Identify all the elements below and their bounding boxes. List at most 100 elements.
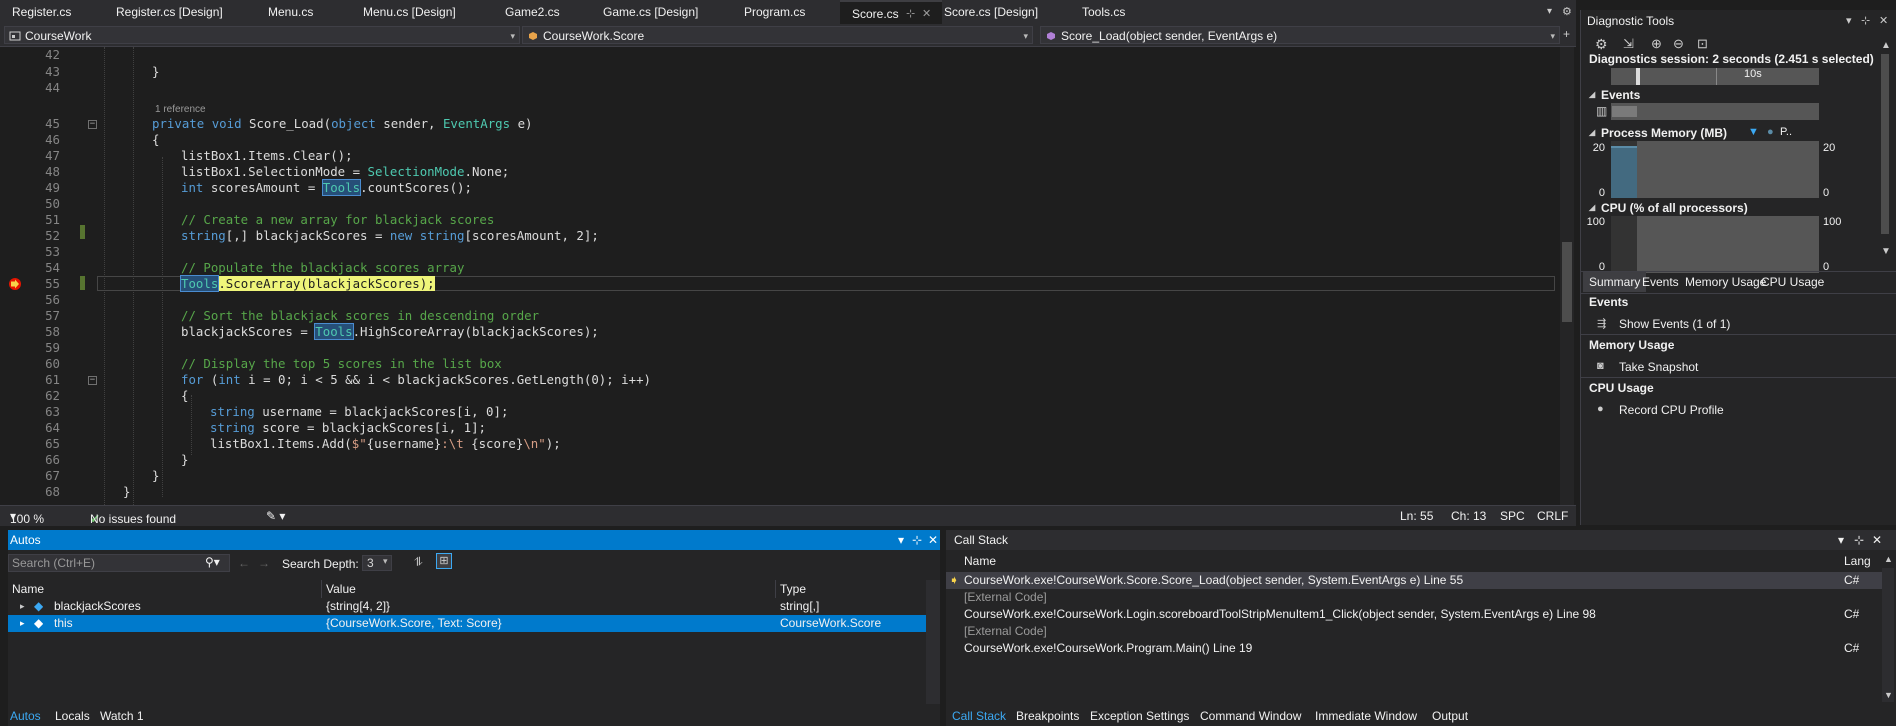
tab-game2-cs[interactable]: Game2.cs [493,0,572,24]
tab-label: Program.cs [744,5,806,19]
tab-cpu-usage[interactable]: CPU Usage [1755,272,1830,292]
show-events-link[interactable]: Show Events (1 of 1) [1619,317,1730,331]
project-dropdown[interactable]: CourseWork ▾ [4,26,520,44]
memory-track-label[interactable]: Process Memory (MB) [1589,126,1727,140]
dropdown-icon[interactable]: ▾ [1838,530,1844,550]
tab-breakpoints[interactable]: Breakpoints [1016,709,1079,723]
class-dropdown[interactable]: CourseWork.Score ▾ [522,26,1033,44]
tab-events[interactable]: Events [1636,272,1685,292]
export-icon[interactable]: ⇲ [1623,36,1634,52]
table-row-selected[interactable]: ▸ ◆ this {CourseWork.Score, Text: Score}… [8,615,926,632]
tab-overflow-dropdown-icon[interactable]: ▾ [1547,6,1552,17]
search-forward-icon[interactable]: → [258,556,270,570]
expand-icon[interactable]: ▸ [20,615,25,632]
column-header-value[interactable]: Value [322,580,776,598]
tab-exception-settings[interactable]: Exception Settings [1090,709,1189,723]
call-stack-row-current[interactable]: ➧ CourseWork.exe!CourseWork.Score.Score_… [946,572,1882,589]
line-ending-indicator[interactable]: CRLF [1537,509,1568,523]
code-editor[interactable]: 42 43 44 45 46 47 48 49 50 51 52 53 54 5… [0,47,1576,505]
tab-score-design[interactable]: Score.cs [Design] [932,0,1050,24]
zoom-dropdown[interactable]: 100 % ▾ [10,509,44,526]
search-icon[interactable]: ⚲▾ [205,555,220,569]
variable-name: blackjackScores [54,599,141,613]
tab-immediate-window[interactable]: Immediate Window [1315,709,1417,723]
tab-autos[interactable]: Autos [10,709,41,723]
codelens-reference[interactable]: 1 reference [155,104,206,115]
tab-program-cs[interactable]: Program.cs [732,0,817,24]
settings-gear-icon[interactable]: ⚙ [1562,5,1572,18]
tab-call-stack[interactable]: Call Stack [952,709,1006,723]
diagnostic-scrollbar-thumb[interactable] [1881,54,1889,234]
member-dropdown[interactable]: Score_Load(object sender, EventArgs e) ▾ [1040,26,1560,44]
line-number: 54 [45,260,60,275]
pin-icon[interactable]: ⊹ [1854,530,1864,550]
hex-display-toggle-icon[interactable]: ⊞ [436,553,452,569]
column-header-name[interactable]: Name [8,580,322,598]
pin-icon[interactable]: ⊹ [912,530,922,550]
collapse-icon[interactable]: − [88,120,97,129]
code-line: } [152,64,160,79]
reset-zoom-icon[interactable]: ⊡ [1697,36,1708,52]
tab-game-design[interactable]: Game.cs [Design] [591,0,710,24]
memory-graph[interactable] [1611,141,1819,198]
line-number: 47 [45,148,60,163]
timeline-selection-handle[interactable] [1636,68,1640,85]
tab-register-cs[interactable]: Register.cs [0,0,83,24]
call-stack-row[interactable]: [External Code] [946,589,1882,606]
settings-gear-icon[interactable]: ⚙ [1595,36,1608,53]
tab-watch-1[interactable]: Watch 1 [100,709,144,723]
line-number: 58 [45,324,60,339]
tab-menu-design[interactable]: Menu.cs [Design] [351,0,468,24]
variable-type: CourseWork.Score [780,616,882,630]
record-cpu-profile-button[interactable]: Record CPU Profile [1619,403,1724,417]
dropdown-icon[interactable]: ▾ [898,530,904,550]
cpu-track-label[interactable]: CPU (% of all processors) [1589,201,1748,215]
tab-score-cs[interactable]: Score.cs ⊹ ✕ [840,0,942,25]
code-cleanup-icon[interactable]: ✎ ▾ [266,509,285,523]
close-icon[interactable]: ✕ [928,530,938,550]
close-icon[interactable]: ✕ [922,2,931,26]
pin-icon[interactable]: ⊹ [1861,14,1870,27]
variable-value[interactable]: {CourseWork.Score, Text: Score} [322,615,502,632]
take-snapshot-button[interactable]: Take Snapshot [1619,360,1698,374]
collapse-icon[interactable]: − [88,376,97,385]
expand-icon[interactable]: ▸ [20,598,25,615]
call-stack-row[interactable]: CourseWork.exe!CourseWork.Program.Main()… [946,640,1882,657]
search-back-icon[interactable]: ← [238,556,250,570]
timeline-ruler[interactable] [1611,68,1819,85]
variable-value[interactable]: {string[4, 2]} [322,598,390,615]
tab-register-design[interactable]: Register.cs [Design] [104,0,235,24]
dropdown-icon[interactable]: ▾ [1846,14,1852,27]
zoom-out-icon[interactable]: ⊖ [1673,36,1684,52]
tab-locals[interactable]: Locals [55,709,90,723]
tab-menu-cs[interactable]: Menu.cs [256,0,325,24]
close-icon[interactable]: ✕ [1879,14,1888,27]
search-depth-dropdown[interactable]: 3 ▾ [362,555,392,571]
events-track-label[interactable]: Events [1589,88,1640,102]
scroll-up-icon[interactable]: ▲ [1881,40,1891,51]
autos-search-box[interactable]: Search (Ctrl+E) ⚲▾ [8,554,230,572]
events-track[interactable] [1611,103,1819,120]
column-header-name[interactable]: Name [960,552,1790,570]
column-header-lang[interactable]: Lang [1840,552,1880,570]
call-stack-scrollbar[interactable] [1882,568,1894,702]
pin-icon[interactable]: ⊹ [906,2,915,26]
call-stack-row[interactable]: CourseWork.exe!CourseWork.Login.scoreboa… [946,606,1882,623]
tab-tools-cs[interactable]: Tools.cs [1070,0,1137,24]
pin-to-source-icon[interactable]: ⥮ [414,555,423,570]
scroll-up-icon[interactable]: ▲ [1884,554,1893,564]
zoom-in-icon[interactable]: ⊕ [1651,36,1662,52]
editor-scrollbar-thumb[interactable] [1562,242,1572,322]
tab-output[interactable]: Output [1432,709,1468,723]
autos-scrollbar[interactable] [926,580,940,704]
scroll-down-icon[interactable]: ▼ [1881,246,1891,257]
scroll-down-icon[interactable]: ▼ [1884,690,1893,700]
column-header-type[interactable]: Type [776,580,926,598]
table-row[interactable]: ▸ ◆ blackjackScores {string[4, 2]} strin… [8,598,926,615]
close-icon[interactable]: ✕ [1872,530,1882,550]
whitespace-indicator[interactable]: SPC [1500,509,1525,523]
call-stack-row[interactable]: [External Code] [946,623,1882,640]
tab-command-window[interactable]: Command Window [1200,709,1301,723]
split-window-icon[interactable]: + [1563,27,1570,41]
cpu-graph[interactable] [1611,216,1819,273]
